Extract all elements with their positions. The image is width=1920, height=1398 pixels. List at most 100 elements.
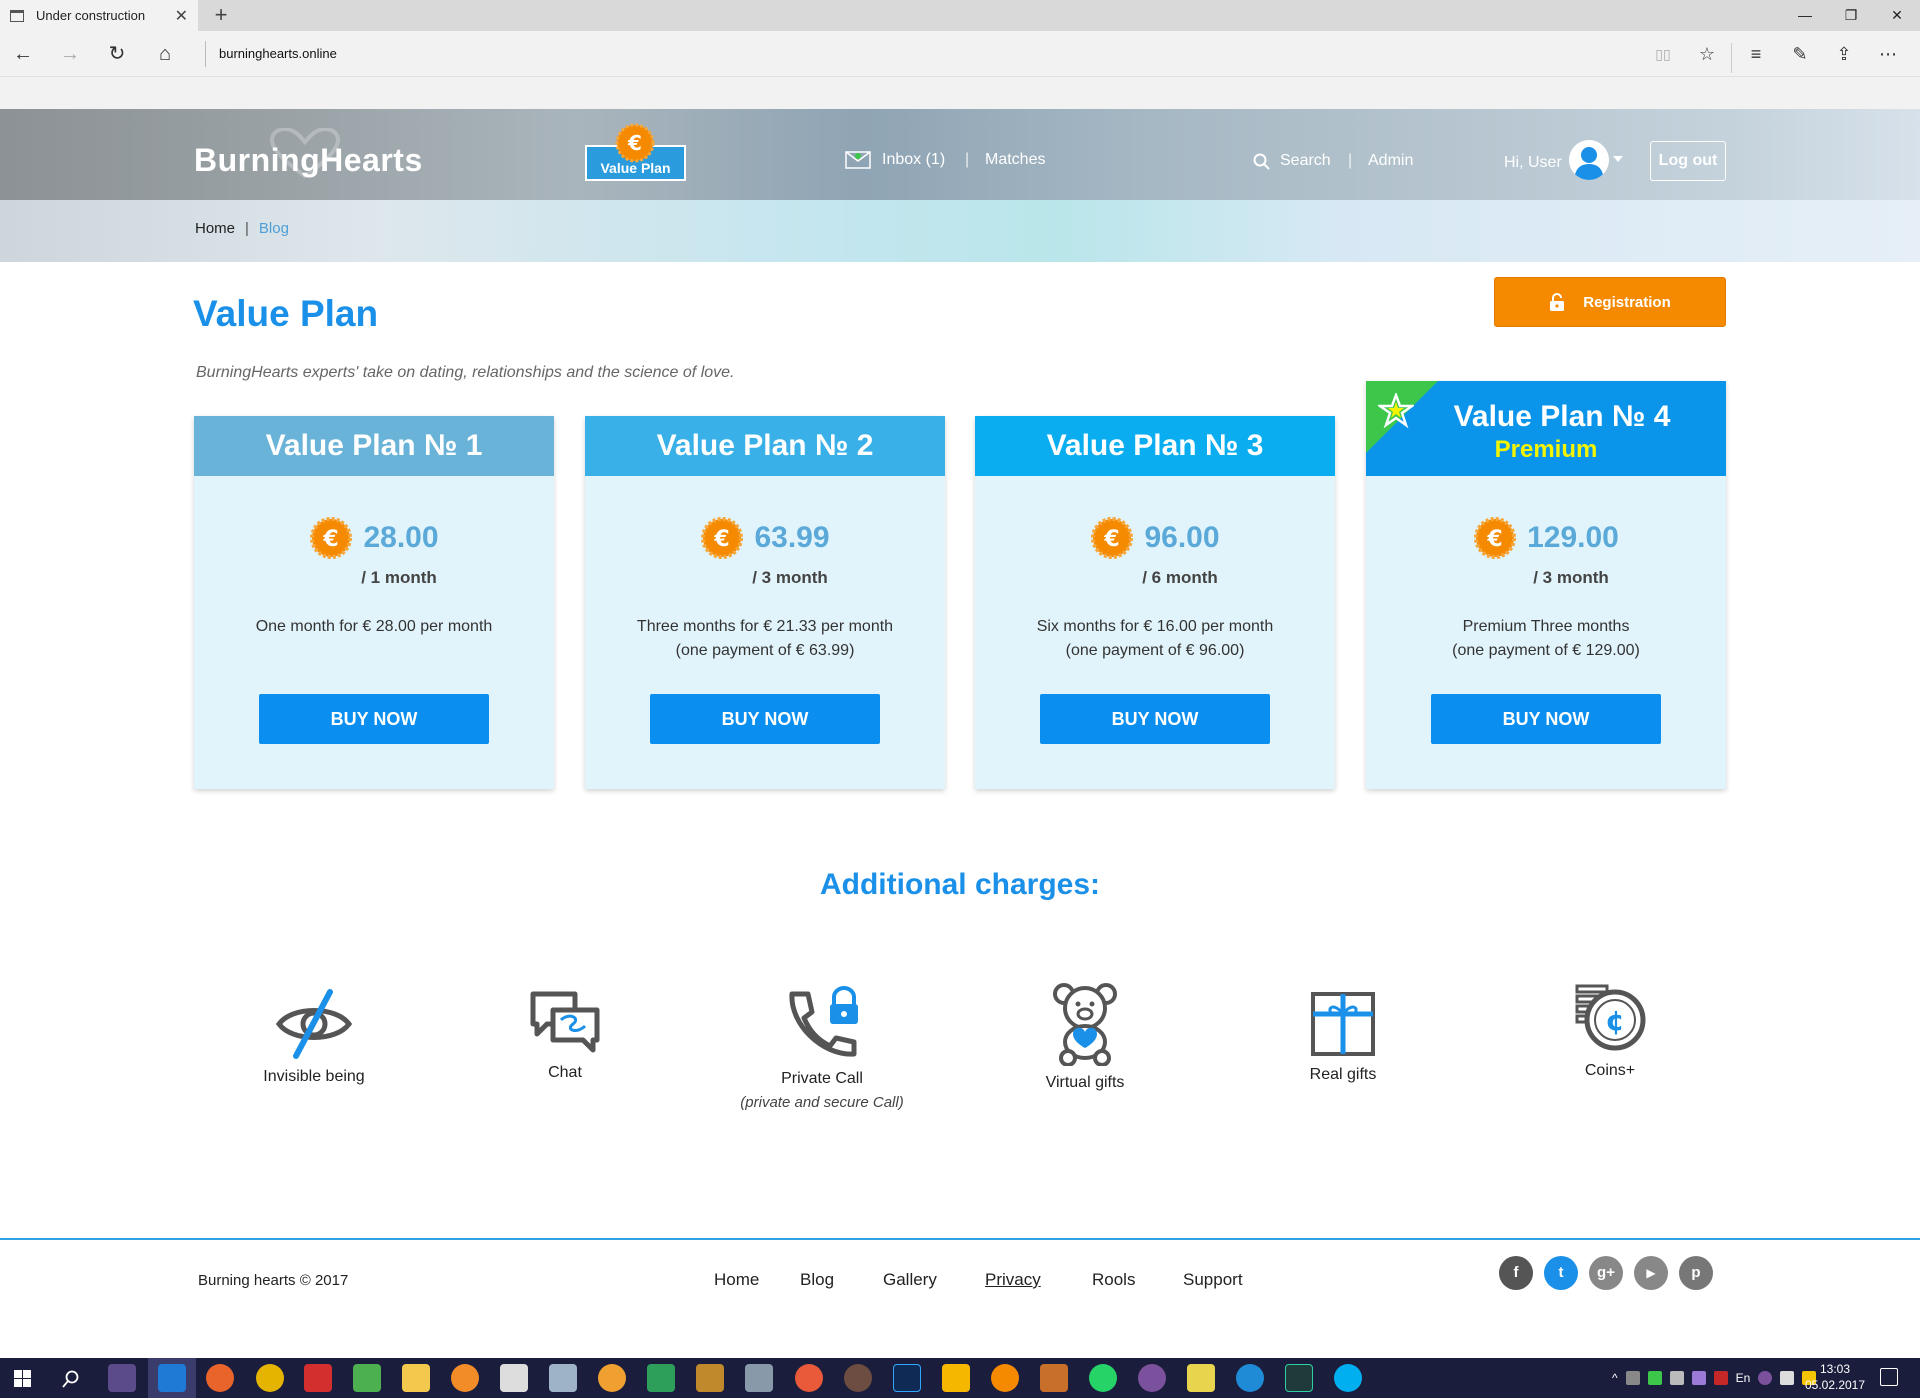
plan-description: Six months for € 16.00 per month (one pa… [975,615,1335,663]
restore-button[interactable]: ❐ [1828,0,1874,31]
buy-now-button[interactable]: BUY NOW [1431,694,1661,744]
taskbar-search-icon[interactable] [62,1370,80,1388]
admin-link[interactable]: Admin [1368,152,1413,170]
browser-tab[interactable]: Under construction ✕ [0,0,198,31]
additional-charges-title: Additional charges: [819,868,1101,901]
footer-link-rools[interactable]: Rools [1092,1270,1135,1290]
taskbar-app-editor-icon[interactable] [353,1364,381,1392]
taskbar-app-tool-icon[interactable] [942,1364,970,1392]
search-icon[interactable] [1253,153,1270,170]
taskbar-app-photoshop-icon[interactable] [893,1364,921,1392]
footer-link-support[interactable]: Support [1183,1270,1243,1290]
footer-link-privacy[interactable]: Privacy [985,1270,1041,1290]
home-button[interactable]: ⌂ [150,39,180,69]
taskbar-app-crab-icon[interactable] [1040,1364,1068,1392]
pinterest-icon[interactable]: p [1679,1256,1713,1290]
taskbar-app-lock-icon[interactable] [1187,1364,1215,1392]
taskbar-app-skype-icon[interactable] [1334,1364,1362,1392]
google-plus-icon[interactable]: g+ [1589,1256,1623,1290]
windows-start-icon[interactable] [14,1370,31,1387]
buy-now-button[interactable]: BUY NOW [650,694,880,744]
extra-private-call[interactable]: Private Call (private and secure Call) [712,984,932,1111]
favorite-star-icon[interactable]: ☆ [1685,39,1729,69]
taskbar-app-viber-icon[interactable] [1138,1364,1166,1392]
plan-description-line: (one payment of € 129.00) [1452,642,1640,659]
taskbar-app-jw-icon[interactable] [108,1364,136,1392]
notification-center-icon[interactable] [1880,1368,1898,1386]
close-window-button[interactable]: ✕ [1874,0,1920,31]
forward-button[interactable]: → [55,39,85,69]
buy-now-button[interactable]: BUY NOW [259,694,489,744]
site-logo[interactable]: BurningHearts [194,142,423,179]
twitter-icon[interactable]: t [1544,1256,1578,1290]
taskbar-app-butterfly-icon[interactable] [647,1364,675,1392]
taskbar-app-whatsapp-icon[interactable] [1089,1364,1117,1392]
footer-link-home[interactable]: Home [714,1270,759,1290]
taskbar-app-mic-icon[interactable] [745,1364,773,1392]
taskbar-app-ie-icon[interactable] [1236,1364,1264,1392]
tray-chevron-up-icon[interactable]: ^ [1612,1371,1618,1385]
svg-text:€: € [714,527,730,552]
language-indicator[interactable]: En [1736,1371,1751,1385]
plan-card-4: Value Plan № 4 Premium € 129.00 / 3 mont… [1366,381,1726,789]
taskbar-app-firefox-icon[interactable] [206,1364,234,1392]
tab-close-icon[interactable]: ✕ [175,6,188,26]
registration-button[interactable]: Registration [1494,277,1726,327]
facebook-icon[interactable]: f [1499,1256,1533,1290]
pen-icon[interactable] [1691,1371,1706,1385]
search-link[interactable]: Search [1280,152,1331,170]
matches-link[interactable]: Matches [985,151,1045,169]
avatar[interactable] [1569,140,1609,180]
plan-description-line: One month for € 28.00 per month [255,618,493,635]
taskbar-app-folder-icon[interactable] [402,1364,430,1392]
web-note-icon[interactable]: ✎ [1778,39,1822,69]
plan-card-3: Value Plan № 3 € 96.00 / 6 month Six mon… [975,416,1335,789]
address-bar[interactable]: burninghearts.online [205,41,337,67]
taskbar-app-media-icon[interactable] [795,1364,823,1392]
tray-viber-icon[interactable] [1758,1371,1773,1385]
extra-virtual-gifts[interactable]: Virtual gifts [975,982,1195,1092]
tray-monitor-icon[interactable] [1780,1371,1795,1385]
taskbar-app-paint-icon[interactable] [451,1364,479,1392]
footer-link-gallery[interactable]: Gallery [883,1270,937,1290]
plan-title: Value Plan № 1 [194,416,554,476]
extra-chat[interactable]: Chat [455,988,675,1082]
taskbar-app-chrome-icon[interactable] [256,1364,284,1392]
taskbar-app-capture-icon[interactable] [844,1364,872,1392]
taskbar-app-yandex-icon[interactable] [304,1364,332,1392]
extra-sublabel: (private and secure Call) [740,1094,904,1111]
taskbar-app-sun-icon[interactable] [598,1364,626,1392]
tray-green-icon[interactable] [1647,1371,1662,1385]
volume-icon[interactable] [1625,1371,1640,1385]
logout-button[interactable]: Log out [1650,141,1726,181]
inbox-link[interactable]: Inbox (1) [882,151,945,169]
breadcrumb-home[interactable]: Home [195,220,235,237]
extra-invisible[interactable]: Invisible being [204,988,424,1086]
new-tab-button[interactable]: + [208,2,234,28]
tray-red-icon[interactable] [1713,1371,1728,1385]
extra-coins[interactable]: ¢ Coins+ [1500,982,1720,1080]
more-icon[interactable]: ⋯ [1866,39,1910,69]
network-icon[interactable] [1669,1371,1684,1385]
reading-view-icon[interactable]: ▯▯ [1641,39,1685,69]
hub-icon[interactable]: ≡ [1734,39,1778,69]
taskbar-app-audition-icon[interactable] [1285,1364,1313,1392]
breadcrumb-current[interactable]: Blog [259,220,289,237]
refresh-button[interactable]: ↻ [102,39,132,69]
back-button[interactable]: ← [8,39,38,69]
youtube-icon[interactable]: ▶ [1634,1256,1668,1290]
user-menu-chevron-down-icon[interactable] [1613,156,1623,162]
taskbar-app-printer-icon[interactable] [549,1364,577,1392]
plan-price: 129.00 [1527,521,1619,554]
taskbar-app-edge-icon[interactable] [158,1364,186,1392]
extra-real-gifts[interactable]: Real gifts [1233,990,1453,1084]
taskbar-app-orange-icon[interactable] [991,1364,1019,1392]
taskbar-app-game-icon[interactable] [696,1364,724,1392]
taskbar-clock[interactable]: 13:03 05.02.2017 [1800,1361,1870,1393]
share-icon[interactable]: ⇪ [1822,39,1866,69]
minimize-button[interactable]: — [1782,0,1828,31]
taskbar-app-store-icon[interactable] [500,1364,528,1392]
buy-now-button[interactable]: BUY NOW [1040,694,1270,744]
footer-link-blog[interactable]: Blog [800,1270,834,1290]
inbox-envelope-icon[interactable] [845,151,871,169]
